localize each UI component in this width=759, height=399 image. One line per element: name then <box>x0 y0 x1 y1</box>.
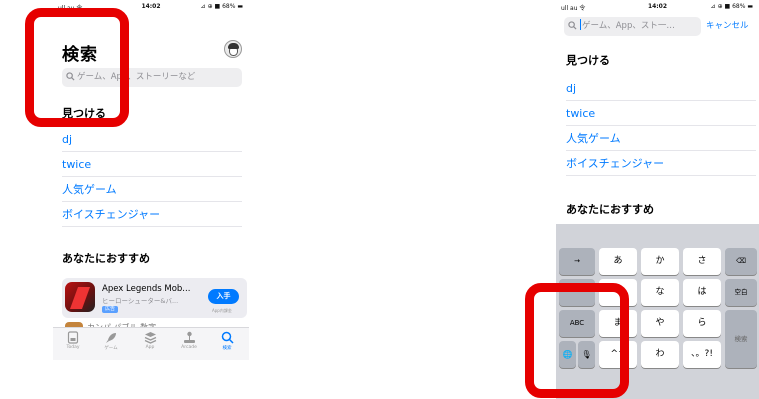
search-placeholder: ゲーム、App、スト一… <box>582 21 675 31</box>
tab-bar: Today ゲーム App Arcade 検索 <box>53 327 249 360</box>
kana-key-na[interactable]: な <box>641 279 679 306</box>
avatar-hair <box>228 43 239 49</box>
kana-key-ha[interactable]: は <box>683 279 721 306</box>
ad-badge: 広告 <box>102 306 119 313</box>
tab-search[interactable]: 検索 <box>209 331 245 351</box>
suggestion-item[interactable]: 人気ゲーム <box>62 177 242 202</box>
suggestion-item[interactable]: dj <box>62 127 242 152</box>
suggestion-list: dj twice 人気ゲーム ボイスチェンジャー <box>62 127 242 227</box>
search-icon <box>221 331 234 344</box>
recommend-heading: あなたにおすすめ <box>62 252 150 265</box>
battery-indicator: ⊿ ⊕ ■ 68% ▬ <box>710 3 753 10</box>
kana-key-ya[interactable]: や <box>641 310 679 337</box>
suggestion-item[interactable]: 人気ゲーム <box>566 126 756 151</box>
tab-label: Arcade <box>181 345 197 350</box>
tab-label: ゲーム <box>104 346 118 351</box>
app-subtitle: ヒーローシューター&バ... <box>102 297 179 305</box>
cancel-button[interactable]: キャンセル <box>706 17 749 36</box>
suggestion-item[interactable]: twice <box>62 152 242 177</box>
get-button[interactable]: 入手 <box>208 289 239 304</box>
tab-today[interactable]: Today <box>55 331 91 350</box>
app-name: Apex Legends Mob... <box>102 284 191 294</box>
tab-games[interactable]: ゲーム <box>93 331 129 351</box>
tab-arcade[interactable]: Arcade <box>171 331 207 350</box>
suggestion-item[interactable]: ボイスチェンジャー <box>566 151 756 176</box>
punctuation-key[interactable]: 、。?! <box>683 341 721 368</box>
suggestion-item[interactable]: twice <box>566 101 756 126</box>
kana-key-wa[interactable]: わ <box>641 341 679 368</box>
today-icon <box>67 331 79 344</box>
backspace-key[interactable]: ⌫ <box>725 248 757 275</box>
rocket-icon <box>105 333 116 343</box>
suggestion-item[interactable]: ボイスチェンジャー <box>62 202 242 227</box>
battery-indicator: ⊿ ⊕ ■ 68% ▬ <box>200 3 243 10</box>
text-cursor <box>580 19 581 30</box>
arrow-key[interactable]: → <box>559 248 595 275</box>
tab-label: App <box>145 345 155 350</box>
stack-icon <box>144 332 156 344</box>
in-app-purchase-note: App内課金 <box>212 308 232 313</box>
highlight-box <box>525 283 629 398</box>
app-icon <box>65 282 95 312</box>
account-avatar[interactable] <box>224 40 242 58</box>
search-icon <box>568 21 577 30</box>
kana-key-a[interactable]: あ <box>599 248 637 275</box>
suggestion-list: dj twice 人気ゲーム ボイスチェンジャー <box>566 76 756 176</box>
suggestion-item[interactable]: dj <box>566 76 756 101</box>
kana-key-ka[interactable]: か <box>641 248 679 275</box>
status-bar: ull au 令 14:02 ⊿ ⊕ ■ 68% ▬ <box>556 3 759 13</box>
kana-key-ra[interactable]: ら <box>683 310 721 337</box>
tab-apps[interactable]: App <box>132 331 168 350</box>
tab-label: Today <box>66 345 80 350</box>
recommended-app-card[interactable]: Apex Legends Mob... ヒーローシューター&バ... 広告 入手… <box>62 278 247 318</box>
discover-heading: 見つける <box>566 54 610 67</box>
recommend-heading: あなたにおすすめ <box>566 203 654 216</box>
search-return-key[interactable]: 検索 <box>725 310 757 368</box>
tab-label: 検索 <box>222 346 232 351</box>
space-key[interactable]: 空白 <box>725 279 757 306</box>
joystick-icon <box>183 331 195 343</box>
search-input[interactable]: ゲーム、App、スト一… <box>564 17 701 36</box>
kana-key-sa[interactable]: さ <box>683 248 721 275</box>
highlight-box <box>25 8 129 127</box>
